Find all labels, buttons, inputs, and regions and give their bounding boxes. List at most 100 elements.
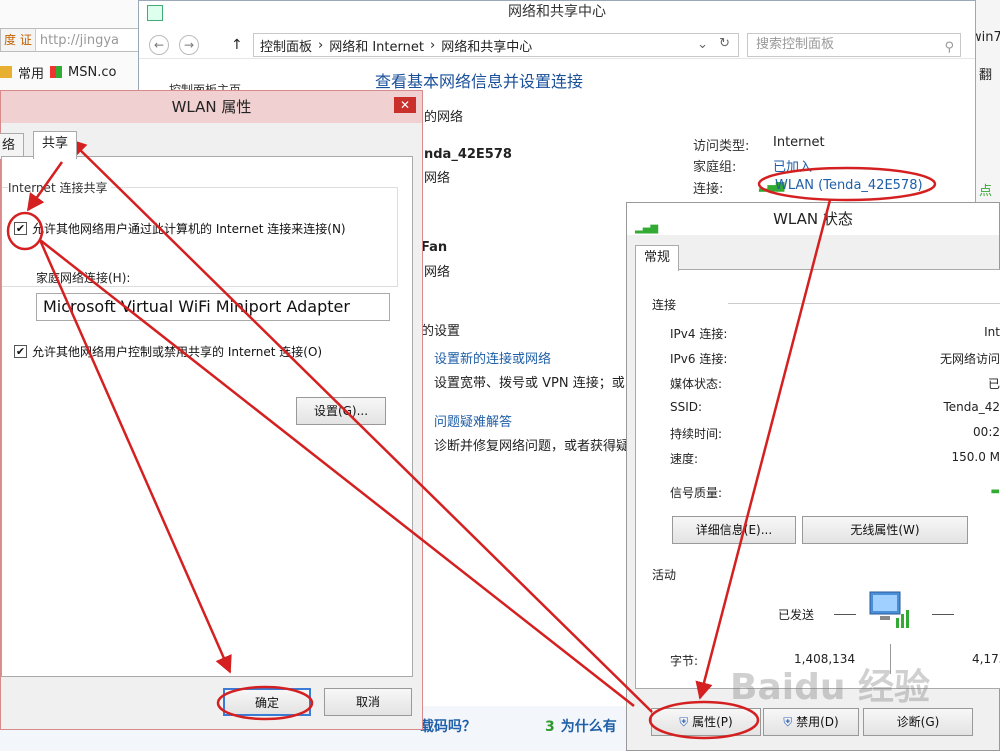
general-panel: 连接 IPv4 连接: Int IPv6 连接: 无网络访问 媒体状态: 已 S… [635, 269, 1000, 689]
media-state-label: 媒体状态: [670, 377, 723, 391]
activity-section-label: 活动 [652, 568, 677, 582]
disable-button[interactable]: ⛨ 禁用(D) [763, 708, 859, 736]
ipv6-value: 无网络访问 [939, 352, 1000, 366]
ipv4-label: IPv4 连接: [670, 327, 728, 341]
signal-bars-icon: ▬ [990, 486, 1000, 497]
home-connection-select[interactable]: Microsoft Virtual WiFi Miniport Adapter [36, 293, 390, 321]
back-arrow-icon[interactable]: ← [149, 35, 169, 55]
breadcrumb-item[interactable]: 网络和共享中心 [441, 36, 532, 55]
network-type-1: 网络 [424, 171, 451, 186]
connection-section-label: 连接 [652, 298, 677, 312]
chevron-right-icon: › [429, 37, 436, 53]
search-placeholder: 搜索控制面板 [756, 37, 835, 52]
cancel-button[interactable]: 取消 [324, 688, 412, 716]
ssid-label: SSID: [670, 400, 703, 414]
breadcrumb-item[interactable]: 控制面板 [260, 36, 312, 55]
search-icon[interactable]: ⚲ [944, 37, 954, 59]
settings-button[interactable]: 设置(G)... [296, 397, 386, 425]
duration-label: 持续时间: [670, 427, 723, 441]
access-type-value: Internet [773, 135, 825, 150]
home-connection-label: 家庭网络连接(H): [36, 271, 131, 285]
bytes-received-value: 4,173 [972, 652, 1000, 666]
homegroup-label: 家庭组: [693, 160, 737, 175]
diagnose-button[interactable]: 诊断(G) [863, 708, 973, 736]
ics-group-legend: Internet 连接共享 [8, 179, 112, 196]
divider [728, 303, 1000, 304]
wlan-properties-dialog: WLAN 属性 ✕ 络 共享 Internet 连接共享 ✔ 允许其他网络用户通… [0, 90, 423, 730]
wlan-status-title-bar: ▂▄▆ WLAN 状态 [627, 203, 999, 235]
favorites-bar: 常用 MSN.co [0, 60, 150, 84]
speed-label: 速度: [670, 452, 699, 466]
sharing-panel: Internet 连接共享 ✔ 允许其他网络用户通过此计算机的 Internet… [1, 156, 413, 677]
duration-value: 00:2 [973, 425, 1000, 439]
access-type-label: 访问类型: [693, 139, 750, 154]
page-heading: 查看基本网络信息并设置连接 [375, 72, 584, 91]
connection-label: 连接: [693, 182, 724, 197]
allow-share-label[interactable]: 允许其他网络用户通过此计算机的 Internet 连接来连接(N) [32, 220, 346, 237]
shield-icon: ⛨ [783, 715, 793, 729]
browser-address-bar[interactable]: 度 证 http://jingya [0, 28, 150, 52]
chevron-down-icon[interactable]: ⌄ [697, 37, 708, 52]
ipv4-value: Int [984, 325, 1000, 339]
ssid-value: Tenda_42 [943, 400, 1000, 414]
address-url[interactable]: http://jingya [36, 33, 119, 48]
wlan-properties-title: WLAN 属性 [1, 91, 422, 123]
network-name-1: nda_42E578 [424, 147, 512, 162]
bytes-label: 字节: [670, 654, 699, 668]
shield-icon: ⛨ [679, 715, 689, 729]
nsc-title-bar: 网络和共享中心 [139, 1, 975, 25]
tab-general[interactable]: 常规 [635, 245, 680, 271]
allow-control-checkbox[interactable]: ✔ [14, 345, 27, 358]
allow-share-checkbox[interactable]: ✔ [14, 222, 27, 235]
address-label: 度 证 [1, 29, 36, 51]
baidu-watermark: Baidu 经验 [730, 667, 931, 708]
signal-quality-label: 信号质量: [670, 486, 723, 500]
nsc-title: 网络和共享中心 [508, 4, 606, 20]
right-side-label: 翻 [979, 68, 993, 83]
tab-sharing[interactable]: 共享 [33, 131, 78, 159]
properties-button-label: 属性(P) [692, 715, 733, 729]
chevron-right-icon: › [318, 37, 324, 53]
bottom-number: 3 [545, 719, 555, 735]
speed-value: 150.0 M [951, 450, 1000, 464]
troubleshoot-desc: 诊断并修复网络问题，或者获得疑 [434, 439, 630, 454]
properties-button[interactable]: ⛨ 属性(P) [651, 708, 761, 736]
search-input[interactable]: 搜索控制面板 ⚲ [747, 33, 961, 57]
network-name-2: Fan [421, 240, 448, 255]
breadcrumb-item[interactable]: 网络和 Internet [329, 36, 424, 55]
network-type-2: 网络 [424, 265, 451, 280]
favorite-icon [0, 66, 12, 78]
details-button[interactable]: 详细信息(E)... [672, 516, 796, 544]
troubleshoot-link[interactable]: 问题疑难解答 [434, 411, 512, 430]
setup-new-connection-link[interactable]: 设置新的连接或网络 [434, 348, 551, 367]
forward-arrow-icon[interactable]: → [179, 35, 199, 55]
ipv6-label: IPv6 连接: [670, 352, 728, 366]
media-state-value: 已 [987, 377, 1000, 391]
allow-control-label[interactable]: 允许其他网络用户控制或禁用共享的 Internet 连接(O) [32, 343, 322, 360]
divider [834, 614, 856, 615]
breadcrumb[interactable]: 控制面板 › 网络和 Internet › 网络和共享中心 ⌄ ↻ [253, 33, 739, 57]
disable-button-label: 禁用(D) [796, 715, 839, 729]
divider [932, 614, 954, 615]
change-settings-section: 的设置 [421, 324, 461, 339]
up-arrow-icon[interactable]: ↑ [231, 37, 243, 53]
wlan-status-title: WLAN 状态 [773, 210, 853, 228]
favorite-item[interactable]: 常用 [18, 63, 44, 82]
bottom-text-1[interactable]: 载码吗？ [420, 716, 476, 736]
setup-connection-desc: 设置宽带、拨号或 VPN 连接；或 [434, 376, 625, 391]
network-pc-icon [869, 591, 909, 628]
refresh-icon[interactable]: ↻ [719, 36, 730, 51]
bottom-text-2-label: 为什么有 [560, 719, 617, 735]
nsc-navigation-bar: ← → ↑ 控制面板 › 网络和 Internet › 网络和共享中心 ⌄ ↻ … [139, 29, 975, 59]
homegroup-link[interactable]: 已加入 [773, 156, 812, 175]
wireless-properties-button[interactable]: 无线属性(W) [802, 516, 968, 544]
bottom-text-2[interactable]: 3 为什么有 [545, 716, 617, 736]
msn-icon [50, 66, 63, 78]
sent-label: 已发送 [778, 608, 815, 622]
favorite-item[interactable]: MSN.co [68, 65, 116, 80]
network-pc-icon [147, 5, 163, 21]
signal-icon: ▂▄▆ [635, 223, 659, 234]
wlan-connection-link[interactable]: WLAN (Tenda_42E578) [775, 178, 923, 193]
close-icon[interactable]: ✕ [394, 97, 416, 113]
ok-button[interactable]: 确定 [223, 688, 311, 716]
